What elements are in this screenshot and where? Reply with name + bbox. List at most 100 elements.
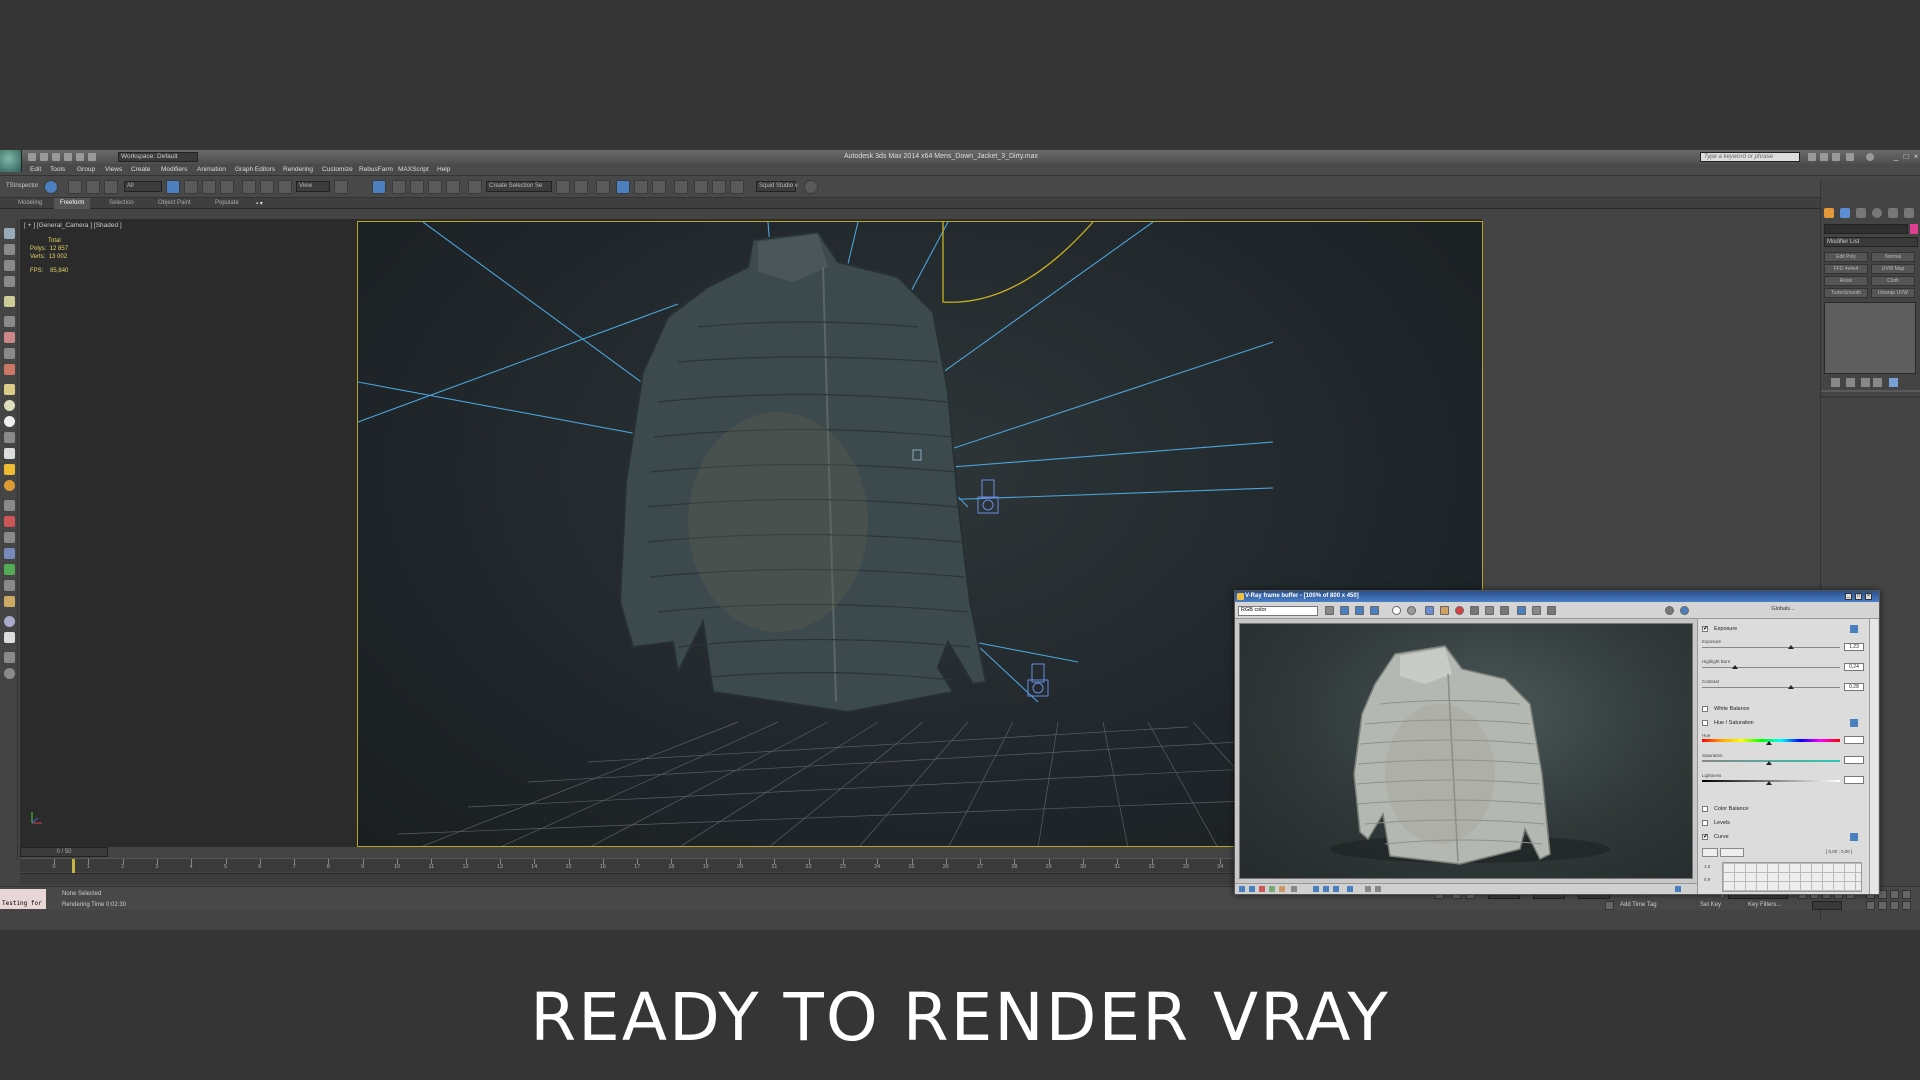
search-input[interactable]: Type a keyword or phrase: [1700, 152, 1800, 162]
stamp-icon[interactable]: [1547, 606, 1556, 615]
lightness-thumb[interactable]: [1766, 781, 1772, 785]
menu-animation[interactable]: Animation: [197, 166, 226, 173]
modifier-ffd-button[interactable]: FFD 4x4x4: [1824, 264, 1868, 274]
create-tab-icon[interactable]: [1824, 208, 1834, 218]
exposure-row[interactable]: ✔ Exposure: [1702, 625, 1866, 635]
white-balance-checkbox[interactable]: [1702, 706, 1708, 712]
icc-icon[interactable]: [1665, 606, 1674, 615]
saturation-value[interactable]: [1844, 756, 1864, 764]
mirror-icon[interactable]: [556, 180, 570, 194]
render-icon[interactable]: [4, 616, 15, 627]
graphite-tools-icon[interactable]: [616, 180, 630, 194]
key-filters-button[interactable]: Key Filters...: [1748, 902, 1781, 908]
select-object-icon[interactable]: [166, 180, 180, 194]
highlight-burn-value[interactable]: 0,24: [1844, 663, 1864, 671]
scale-icon[interactable]: [278, 180, 292, 194]
time-slider[interactable]: 0 / 50: [20, 847, 108, 857]
hue-value[interactable]: [1844, 736, 1864, 744]
named-selection-dropdown[interactable]: Create Selection Se: [486, 181, 552, 192]
red-dot-icon[interactable]: [1259, 886, 1265, 892]
tab-freeform[interactable]: Freeform: [54, 198, 91, 209]
selection-filter-dropdown[interactable]: All: [124, 181, 162, 192]
lens-effects-icon[interactable]: [1532, 606, 1541, 615]
table-icon[interactable]: [4, 632, 15, 643]
curve-row[interactable]: ✔ Curve: [1702, 833, 1866, 843]
walk-through-icon[interactable]: [1902, 901, 1911, 910]
layer-explorer-icon[interactable]: [4, 244, 15, 255]
highlight-burn-thumb[interactable]: [1732, 665, 1738, 669]
panning-icon[interactable]: [1333, 886, 1339, 892]
window-crossing-icon[interactable]: [220, 180, 234, 194]
pyramid-icon[interactable]: [4, 448, 15, 459]
exposure-settings-icon[interactable]: [1850, 625, 1858, 633]
snapshot-icon[interactable]: [4, 316, 15, 327]
globals-button[interactable]: Globals...: [1697, 604, 1869, 615]
curve-mode-button[interactable]: [1720, 848, 1744, 857]
pivot-center-icon[interactable]: [334, 180, 348, 194]
curve-checkbox[interactable]: ✔: [1702, 834, 1708, 840]
menu-create[interactable]: Create: [131, 166, 151, 173]
follow-mouse-icon[interactable]: [1313, 886, 1319, 892]
pause-icon[interactable]: [1375, 886, 1381, 892]
render-setup-icon[interactable]: [694, 180, 708, 194]
reference-coordinate-dropdown[interactable]: View: [296, 181, 330, 192]
lut-icon[interactable]: [1249, 886, 1255, 892]
paint-icon[interactable]: [4, 332, 15, 343]
zoom-fit-icon[interactable]: [1323, 886, 1329, 892]
binoculars-icon[interactable]: [1808, 153, 1816, 161]
exposure-value[interactable]: 1,23: [1844, 643, 1864, 651]
question-icon[interactable]: [4, 668, 15, 679]
color-balance-row[interactable]: Color Balance: [1702, 805, 1866, 815]
object-name-field[interactable]: [1824, 224, 1908, 234]
history-icon[interactable]: [1239, 886, 1245, 892]
workspace-dropdown[interactable]: Workspace: Default: [118, 152, 198, 162]
highlight-burn-slider[interactable]: [1702, 667, 1840, 668]
menu-views[interactable]: Views: [105, 166, 122, 173]
maximize-icon[interactable]: □: [1902, 153, 1910, 161]
schematic-view-icon[interactable]: [652, 180, 666, 194]
modifier-turbosmooth-button[interactable]: TurboSmooth: [1824, 288, 1868, 298]
modifier-relax-button[interactable]: Relax: [1824, 276, 1868, 286]
menu-group[interactable]: Group: [77, 166, 95, 173]
box-icon[interactable]: [4, 384, 15, 395]
layer-manager-icon[interactable]: [596, 180, 610, 194]
ribbon-toggle-icon[interactable]: ▪ ▾: [256, 200, 263, 207]
sun-icon[interactable]: [4, 464, 15, 475]
angle-snap-icon[interactable]: [410, 180, 424, 194]
make-unique-icon[interactable]: [1861, 378, 1870, 387]
pin-stack-icon[interactable]: [1831, 378, 1840, 387]
levels-row[interactable]: Levels: [1702, 819, 1866, 829]
spline-icon[interactable]: [4, 500, 15, 511]
modifier-uvw-map-button[interactable]: UVW Map: [1871, 264, 1915, 274]
panel-scrollbar[interactable]: [1869, 619, 1878, 894]
contrast-value[interactable]: 0,28: [1844, 683, 1864, 691]
tab-object-paint[interactable]: Object Paint: [158, 200, 191, 206]
material-editor-icon[interactable]: [674, 180, 688, 194]
helper-icon[interactable]: [4, 516, 15, 527]
copy-icon[interactable]: [1347, 886, 1353, 892]
light-gizmo-1[interactable]: [977, 479, 999, 514]
red-channel-icon[interactable]: [1340, 606, 1349, 615]
pixel-info-icon[interactable]: [1500, 606, 1509, 615]
tab-selection[interactable]: Selection: [109, 200, 134, 206]
exposure-slider-thumb[interactable]: [1788, 645, 1794, 649]
track-mouse-icon[interactable]: [1325, 606, 1334, 615]
rectangular-selection-icon[interactable]: [202, 180, 216, 194]
curve-editor-icon[interactable]: [634, 180, 648, 194]
ab-compare-icon[interactable]: [1269, 886, 1275, 892]
select-manipulate-icon[interactable]: [372, 180, 386, 194]
zoom-extents-icon[interactable]: [1890, 890, 1899, 899]
saturation-thumb[interactable]: [1766, 761, 1772, 765]
color-balance-checkbox[interactable]: [1702, 806, 1708, 812]
spinner-snap-icon[interactable]: [446, 180, 460, 194]
show-end-result-icon[interactable]: [1846, 378, 1855, 387]
snaps-toggle-icon[interactable]: [392, 180, 406, 194]
modifier-unwrap-uvw-button[interactable]: Unwrap UVW: [1871, 288, 1915, 298]
move-icon[interactable]: [242, 180, 256, 194]
channel-dropdown[interactable]: RGB color: [1238, 606, 1318, 616]
camera-icon[interactable]: [4, 532, 15, 543]
vray-title-bar[interactable]: V-Ray frame buffer - [100% of 800 x 450]: [1235, 591, 1879, 602]
hammer-icon[interactable]: [4, 596, 15, 607]
favorites-icon[interactable]: [1846, 153, 1854, 161]
green-channel-icon[interactable]: [1355, 606, 1364, 615]
